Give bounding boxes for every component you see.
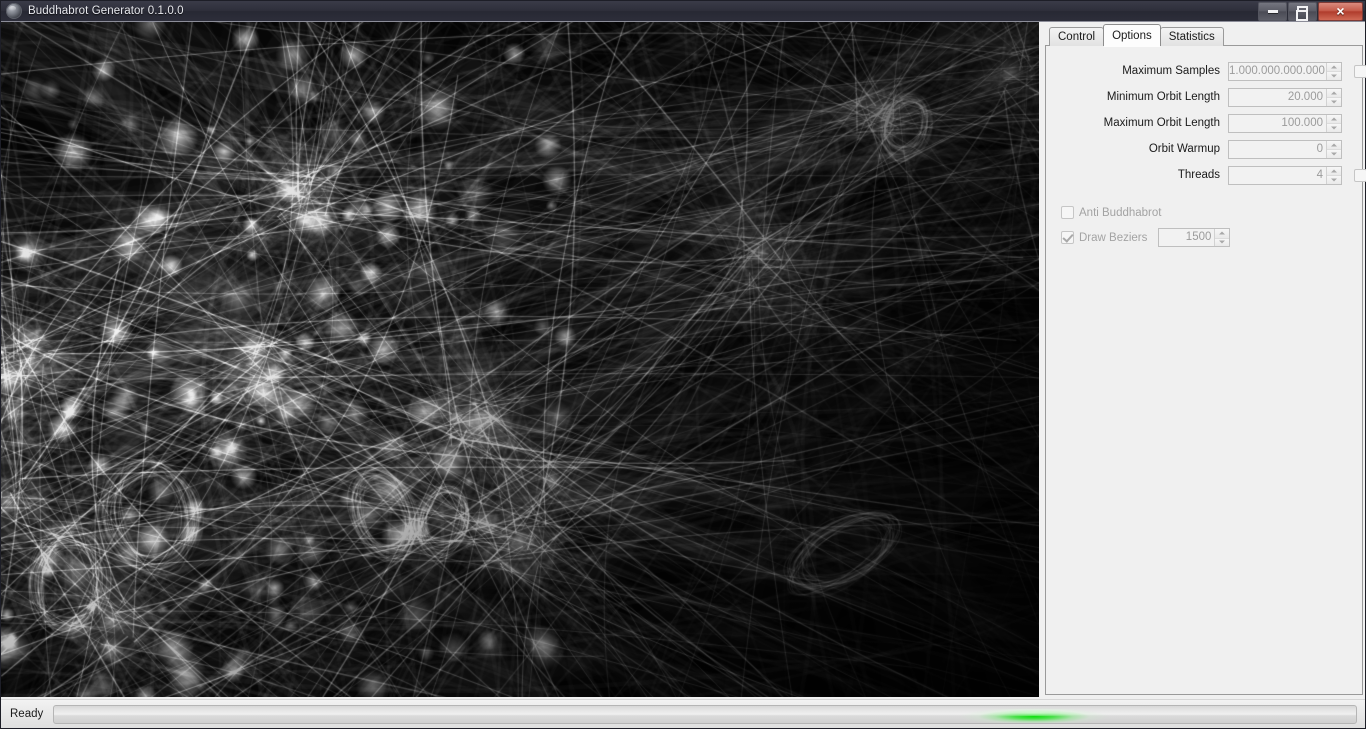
- spin-up-icon[interactable]: [1327, 140, 1341, 149]
- spin-down-icon[interactable]: [1327, 71, 1341, 80]
- app-icon: [6, 3, 22, 19]
- checkbox-anti-buddhabrot[interactable]: Anti Buddhabrot: [1061, 206, 1161, 219]
- orbit-warmup-input[interactable]: 0: [1229, 141, 1326, 158]
- buddhabrot-canvas[interactable]: [1, 22, 1039, 697]
- spin-up-icon[interactable]: [1327, 62, 1341, 71]
- tab-statistics[interactable]: Statistics: [1159, 27, 1224, 46]
- spin-up-icon[interactable]: [1327, 114, 1341, 123]
- row-orbit-warmup: Orbit Warmup 0: [1046, 136, 1354, 162]
- checkbox-anti-buddhabrot-label: Anti Buddhabrot: [1079, 206, 1162, 219]
- options-panel: Control Options Statistics Maximum Sampl…: [1045, 24, 1366, 695]
- threads-input[interactable]: 4: [1229, 167, 1326, 184]
- status-text: Ready: [10, 708, 44, 720]
- checkbox-auto-threads[interactable]: Auto (4): [1354, 168, 1366, 182]
- maximum-samples-spin-buttons: [1326, 62, 1341, 80]
- orbit-warmup-spinner[interactable]: 0: [1228, 139, 1342, 159]
- maximum-samples-input[interactable]: 1.000.000.000.000: [1229, 63, 1326, 80]
- tab-options-label: Options: [1112, 30, 1152, 42]
- minimize-button[interactable]: [1258, 1, 1287, 21]
- spin-down-icon[interactable]: [1327, 175, 1341, 184]
- maximum-orbit-length-spin-buttons: [1326, 114, 1341, 132]
- label-minimum-orbit-length: Minimum Orbit Length: [1106, 91, 1220, 103]
- fractal-render-pane[interactable]: [1, 22, 1039, 697]
- draw-beziers-spin-buttons: [1214, 229, 1230, 246]
- spin-down-icon[interactable]: [1327, 149, 1341, 158]
- spin-up-icon[interactable]: [1327, 88, 1341, 97]
- client-area: Control Options Statistics Maximum Sampl…: [1, 22, 1366, 728]
- close-button[interactable]: ×: [1318, 1, 1363, 21]
- label-orbit-warmup: Orbit Warmup: [1148, 143, 1220, 155]
- tab-statistics-label: Statistics: [1168, 31, 1215, 43]
- minimum-orbit-length-input[interactable]: 20.000: [1229, 89, 1326, 106]
- row-anti-buddhabrot: Anti Buddhabrot: [1046, 200, 1354, 225]
- label-threads: Threads: [1177, 169, 1220, 181]
- label-maximum-samples: Maximum Samples: [1122, 65, 1220, 77]
- minimum-orbit-length-spin-buttons: [1326, 88, 1341, 106]
- row-draw-beziers: Draw Beziers 1500: [1046, 225, 1354, 250]
- spin-down-icon[interactable]: [1215, 237, 1230, 246]
- application-window: Buddhabrot Generator 0.1.0.0 × Control O…: [0, 0, 1366, 729]
- minimum-orbit-length-spinner[interactable]: 20.000: [1228, 87, 1342, 107]
- threads-spin-buttons: [1326, 166, 1341, 184]
- checkbox-draw-beziers[interactable]: Draw Beziers: [1061, 231, 1147, 244]
- title-bar[interactable]: Buddhabrot Generator 0.1.0.0 ×: [1, 1, 1365, 22]
- checkbox-draw-beziers-box[interactable]: [1061, 231, 1074, 244]
- maximum-orbit-length-spinner[interactable]: 100.000: [1228, 113, 1342, 133]
- row-threads: Threads 4 Auto (4): [1046, 162, 1366, 188]
- row-maximum-samples: Maximum Samples 1.000.000.000.000 Infini…: [1046, 58, 1366, 84]
- maximum-orbit-length-input[interactable]: 100.000: [1229, 115, 1326, 132]
- spin-down-icon[interactable]: [1327, 123, 1341, 132]
- restore-icon: [1296, 6, 1308, 21]
- progress-bar: [53, 704, 1357, 724]
- window-title: Buddhabrot Generator 0.1.0.0: [28, 5, 184, 17]
- checkbox-anti-buddhabrot-box[interactable]: [1061, 206, 1074, 219]
- maximum-samples-spinner[interactable]: 1.000.000.000.000: [1228, 61, 1342, 81]
- maximize-button[interactable]: [1288, 1, 1317, 21]
- progress-marquee-indicator: [959, 705, 1109, 723]
- window-controls: ×: [1257, 1, 1365, 21]
- spin-down-icon[interactable]: [1327, 97, 1341, 106]
- tab-strip: Control Options Statistics: [1045, 24, 1363, 47]
- checkbox-infinite[interactable]: Infinite: [1354, 64, 1366, 78]
- checkbox-draw-beziers-label: Draw Beziers: [1079, 231, 1148, 244]
- status-bar: Ready: [1, 699, 1365, 728]
- spin-up-icon[interactable]: [1327, 166, 1341, 175]
- draw-beziers-input[interactable]: 1500: [1159, 229, 1214, 246]
- checkbox-auto-threads-box[interactable]: [1354, 168, 1366, 182]
- options-tab-body: Maximum Samples 1.000.000.000.000 Infini…: [1045, 45, 1366, 695]
- row-maximum-orbit-length: Maximum Orbit Length 100.000: [1046, 110, 1354, 136]
- tab-control-label: Control: [1058, 31, 1096, 43]
- tab-control[interactable]: Control: [1049, 27, 1105, 46]
- label-maximum-orbit-length: Maximum Orbit Length: [1103, 117, 1220, 129]
- spin-up-icon[interactable]: [1215, 229, 1230, 238]
- row-minimum-orbit-length: Minimum Orbit Length 20.000: [1046, 84, 1354, 110]
- tab-options[interactable]: Options: [1103, 24, 1161, 47]
- threads-spinner[interactable]: 4: [1228, 165, 1342, 185]
- close-icon: ×: [1336, 3, 1345, 19]
- minimize-icon: [1267, 9, 1278, 13]
- orbit-warmup-spin-buttons: [1326, 140, 1341, 158]
- draw-beziers-spinner[interactable]: 1500: [1158, 228, 1231, 247]
- checkbox-infinite-box[interactable]: [1354, 64, 1366, 78]
